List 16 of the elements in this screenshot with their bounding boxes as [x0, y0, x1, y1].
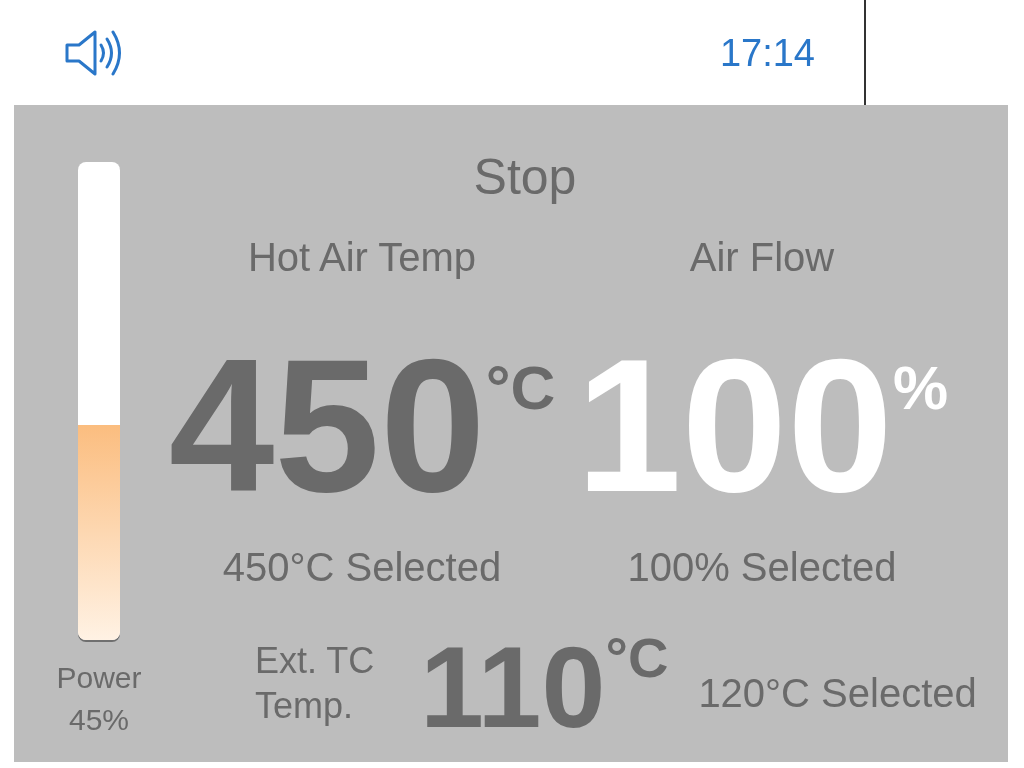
readout-value: 100: [575, 330, 893, 520]
readout-unit: °C: [485, 357, 556, 419]
setpoint-text: 100% Selected: [627, 544, 897, 591]
power-reading: 45%: [68, 702, 129, 738]
sensor-label: Ext. TC Temp.: [255, 639, 376, 728]
sensor-unit: °C: [605, 630, 669, 686]
clock-time: 17:14: [719, 33, 815, 72]
readout-label: Hot Air Temp: [247, 235, 477, 280]
mode-status: Stop: [473, 148, 577, 207]
readout-label: Air Flow: [689, 235, 835, 280]
sensor-value: 110: [420, 630, 606, 745]
setpoint-text: 120°C Selected: [698, 670, 977, 717]
readout-unit: %: [892, 357, 949, 419]
power-label: Power: [56, 660, 142, 696]
readout-value: 450: [168, 330, 486, 520]
setpoint-text: 450°C Selected: [222, 544, 502, 591]
